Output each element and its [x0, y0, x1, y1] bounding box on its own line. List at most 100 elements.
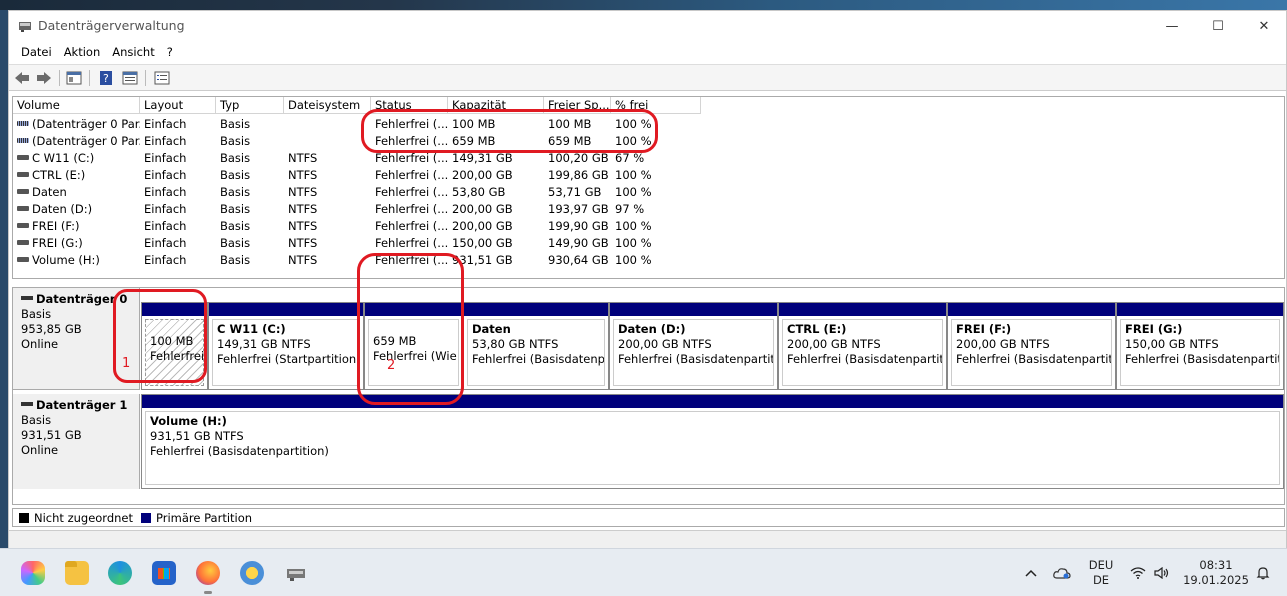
partition-volume-h[interactable]: Volume (H:) 931,51 GB NTFS Fehlerfrei (B… — [141, 394, 1284, 489]
cell-type: Basis — [220, 202, 251, 216]
partition-title: FREI (G:) — [1125, 322, 1183, 336]
volume-icon — [17, 206, 29, 211]
minimize-button[interactable]: — — [1149, 11, 1195, 41]
partition-daten-d[interactable]: Daten (D:) 200,00 GB NTFS Fehlerfrei (Basi… — [609, 302, 778, 390]
volume-row[interactable]: Daten (D:) Einfach Basis NTFS Fehlerfrei (..… — [13, 201, 1284, 218]
cloud-sync-icon[interactable] — [1050, 549, 1074, 596]
menu-help[interactable]: ? — [161, 45, 179, 59]
edge-icon[interactable] — [108, 561, 132, 585]
cell-type: Basis — [220, 253, 251, 267]
column-header-layout[interactable]: Layout — [140, 97, 216, 114]
title-bar[interactable]: Datenträgerverwaltung — ☐ ✕ — [9, 11, 1286, 41]
legend: Nicht zugeordnet Primäre Partition — [12, 508, 1285, 527]
annotation-number-2: 2 — [387, 358, 396, 373]
cell-type: Basis — [220, 185, 251, 199]
menu-aktion[interactable]: Aktion — [58, 45, 107, 59]
volume-icon — [17, 172, 29, 177]
annotation-highlight-partition-2 — [357, 253, 464, 405]
disk-management-taskbar-icon[interactable] — [284, 561, 308, 585]
taskbar: DEU DE 08:31 19.01.2025 — [0, 548, 1287, 596]
cell-percent-free: 100 % — [615, 185, 652, 199]
show-hidden-icons-chevron-icon[interactable] — [1020, 549, 1042, 596]
disk-icon — [21, 295, 33, 300]
menu-datei[interactable]: Datei — [15, 45, 58, 59]
cell-volume: Daten (D:) — [13, 201, 140, 218]
volume-row[interactable]: CTRL (E:) Einfach Basis NTFS Fehlerfrei (...… — [13, 167, 1284, 184]
annotation-number-1: 1 — [122, 356, 131, 371]
volume-row[interactable]: C W11 (C:) Einfach Basis NTFS Fehlerfrei (..… — [13, 150, 1284, 167]
partition-info: C W11 (C:) 149,31 GB NTFS Fehlerfrei (Star… — [212, 319, 360, 386]
partition-size: 200,00 GB NTFS — [956, 337, 1050, 351]
help-icon[interactable]: ? — [97, 69, 115, 87]
partition-ctrl-e[interactable]: CTRL (E:) 200,00 GB NTFS Fehlerfrei (Basis… — [778, 302, 947, 390]
column-header-volume[interactable]: Volume — [13, 97, 140, 114]
clock[interactable]: 08:31 19.01.2025 — [1180, 549, 1252, 596]
cell-filesystem: NTFS — [288, 219, 318, 233]
cell-free-space: 193,97 GB — [548, 202, 609, 216]
partition-size: 200,00 GB NTFS — [787, 337, 881, 351]
partition-size: 150,00 GB NTFS — [1125, 337, 1219, 351]
maximize-button[interactable]: ☐ — [1195, 11, 1241, 41]
cell-layout: Einfach — [144, 202, 187, 216]
cell-capacity: 53,80 GB — [452, 185, 506, 199]
partition-size: 149,31 GB NTFS — [217, 337, 311, 351]
cell-capacity: 150,00 GB — [452, 236, 513, 250]
cell-volume: (Datenträger 0 Par... — [13, 116, 140, 133]
cell-status: Fehlerfrei (... — [375, 185, 448, 199]
store-icon[interactable] — [152, 561, 176, 585]
partition-title: Volume (H:) — [150, 414, 227, 428]
cell-free-space: 199,86 GB — [548, 168, 609, 182]
volume-icon — [17, 240, 29, 245]
volume-row[interactable]: FREI (F:) Einfach Basis NTFS Fehlerfrei (...… — [13, 218, 1284, 235]
wifi-icon[interactable] — [1128, 549, 1148, 596]
partition-info: FREI (F:) 200,00 GB NTFS Fehlerfrei (Basis… — [951, 319, 1112, 386]
status-bar — [9, 530, 1286, 548]
menu-ansicht[interactable]: Ansicht — [106, 45, 160, 59]
volume-speaker-icon[interactable] — [1152, 549, 1172, 596]
volume-row[interactable]: FREI (G:) Einfach Basis NTFS Fehlerfrei (...… — [13, 235, 1284, 252]
column-header-type[interactable]: Typ — [216, 97, 284, 114]
volume-row[interactable]: Daten Einfach Basis NTFS Fehlerfrei (... 53,8… — [13, 184, 1284, 201]
cell-free-space: 53,71 GB — [548, 185, 602, 199]
cell-volume: CTRL (E:) — [13, 167, 140, 184]
settings-sun-icon[interactable] — [240, 561, 264, 585]
partition-title: CTRL (E:) — [787, 322, 847, 336]
partition-frei-g[interactable]: FREI (G:) 150,00 GB NTFS Fehlerfrei (Basis… — [1116, 302, 1284, 390]
disk-1-label[interactable]: Datenträger 1 Basis 931,51 GB Online — [13, 394, 140, 489]
primary-swatch — [141, 512, 152, 523]
volume-row[interactable]: Volume (H:) Einfach Basis NTFS Fehlerfrei (.… — [13, 252, 1284, 269]
file-explorer-icon[interactable] — [65, 561, 89, 585]
cell-volume: Volume (H:) — [13, 252, 140, 269]
cell-type: Basis — [220, 236, 251, 250]
primary-partition-bar — [142, 395, 1283, 408]
cell-filesystem — [284, 133, 371, 150]
cell-layout: Einfach — [144, 134, 187, 148]
clock-date: 19.01.2025 — [1183, 573, 1249, 587]
cell-volume: Daten — [13, 184, 140, 201]
primary-partition-bar — [610, 303, 777, 316]
striped-volume-icon — [17, 138, 29, 143]
cell-type: Basis — [220, 134, 251, 148]
primary-partition-bar — [948, 303, 1115, 316]
forward-arrow-icon[interactable] — [35, 69, 53, 87]
back-arrow-icon[interactable] — [13, 69, 31, 87]
partition-daten[interactable]: Daten 53,80 GB NTFS Fehlerfrei (Basisdaten… — [463, 302, 609, 390]
partition-frei-f[interactable]: FREI (F:) 200,00 GB NTFS Fehlerfrei (Basis… — [947, 302, 1116, 390]
close-button[interactable]: ✕ — [1241, 11, 1287, 41]
partition-info: FREI (G:) 150,00 GB NTFS Fehlerfrei (Basis… — [1120, 319, 1280, 386]
properties-icon[interactable] — [121, 69, 139, 87]
firefox-icon[interactable] — [196, 561, 220, 585]
partition-title: C W11 (C:) — [217, 322, 286, 336]
legend-primary: Primäre Partition — [156, 510, 253, 525]
input-language-indicator[interactable]: DEU DE — [1082, 549, 1120, 596]
column-header-filesystem[interactable]: Dateisystem — [284, 97, 371, 114]
cell-layout: Einfach — [144, 236, 187, 250]
console-tree-icon[interactable] — [65, 69, 83, 87]
partition-status: Fehlerfrei (Basisdatenpartitio — [956, 352, 1112, 366]
partition-c-w11[interactable]: C W11 (C:) 149,31 GB NTFS Fehlerfrei (Star… — [208, 302, 364, 390]
cell-type: Basis — [220, 219, 251, 233]
copilot-icon[interactable] — [21, 561, 45, 585]
notification-bell-icon[interactable] — [1252, 549, 1274, 596]
primary-partition-bar — [1117, 303, 1283, 316]
list-view-icon[interactable] — [153, 69, 171, 87]
